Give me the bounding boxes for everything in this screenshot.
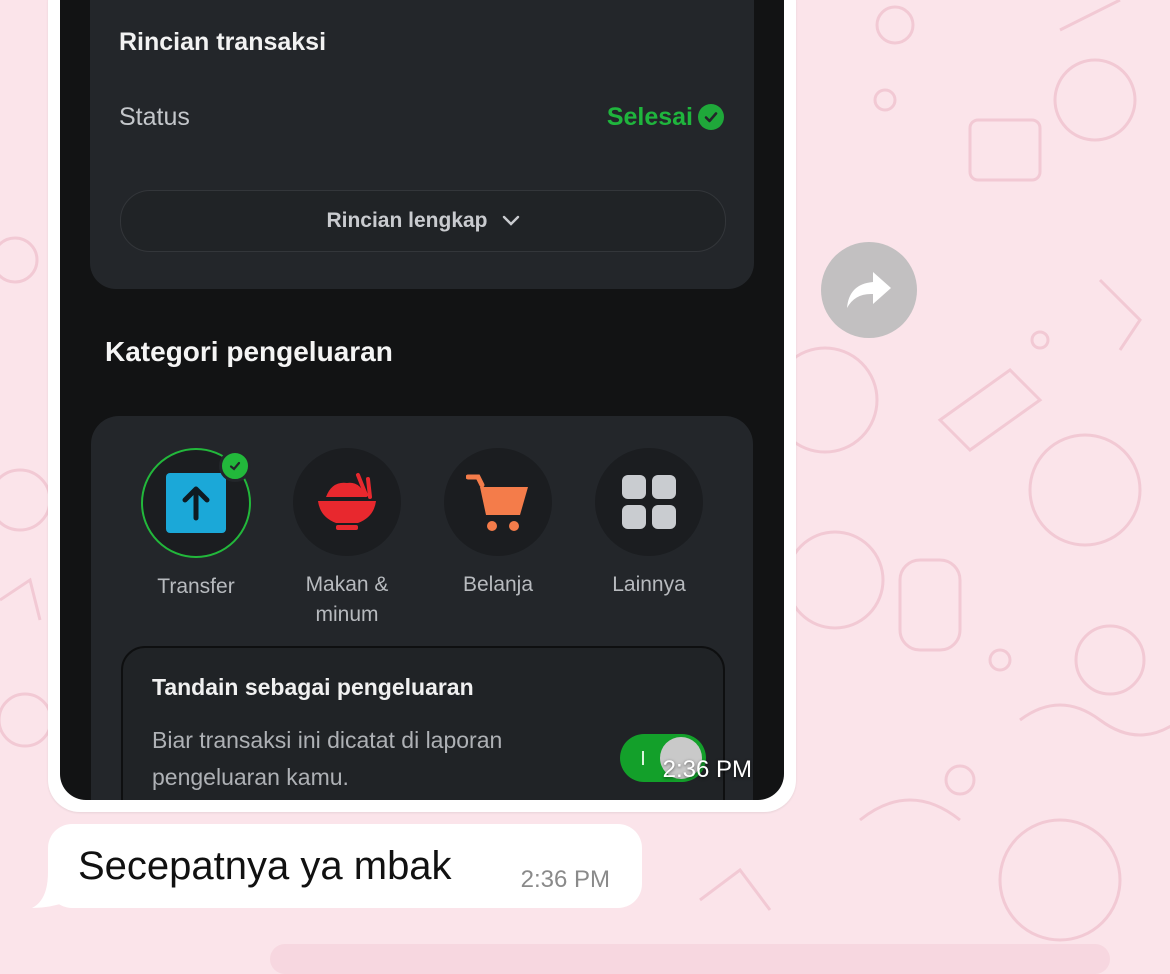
chevron-down-icon — [502, 215, 519, 226]
grid-icon — [622, 475, 676, 529]
message-time: 2:36 PM — [520, 866, 610, 893]
category-others[interactable]: Lainnya — [574, 448, 724, 600]
category-label: Lainnya — [612, 573, 686, 596]
image-message-bubble[interactable]: Rincian transaksi Status Selesai Rincian… — [48, 0, 796, 812]
mark-as-expense-title: Tandain sebagai pengeluaran — [152, 674, 474, 700]
text-message-bubble[interactable]: Secepatnya ya mbak 2:36 PM — [48, 824, 642, 908]
transaction-details-title: Rincian transaksi — [119, 28, 327, 56]
check-circle-icon — [698, 104, 724, 130]
full-details-button[interactable]: Rincian lengkap — [120, 190, 726, 252]
transfer-up-arrow-icon — [166, 473, 226, 533]
rice-bowl-icon — [318, 473, 376, 530]
status-label: Status — [119, 103, 190, 131]
category-label: Belanja — [462, 573, 534, 596]
selected-check-icon — [219, 450, 251, 482]
category-shopping[interactable]: Belanja — [423, 448, 573, 600]
category-transfer[interactable]: Transfer — [121, 448, 271, 602]
forward-arrow-icon — [847, 272, 891, 308]
transaction-details-card: Rincian transaksi Status Selesai Rincian… — [90, 0, 754, 289]
transaction-screenshot-image[interactable]: Rincian transaksi Status Selesai Rincian… — [60, 0, 784, 800]
full-details-label: Rincian lengkap — [326, 209, 488, 232]
expense-category-card: Transfer Makan & minum Belanja Lainnya T… — [91, 416, 753, 800]
category-food-drink[interactable]: Makan & minum — [272, 448, 422, 630]
expense-category-title: Kategori pengeluaran — [105, 336, 393, 367]
status-value: Selesai — [606, 103, 693, 131]
message-text: Secepatnya ya mbak — [78, 844, 452, 888]
image-message-time: 2:36 PM — [662, 756, 752, 783]
next-message-edge — [270, 944, 1110, 974]
forward-button[interactable] — [821, 242, 917, 338]
mark-as-expense-description: Biar transaksi ini dicatat di laporan pe… — [152, 727, 503, 790]
mark-as-expense-section: Tandain sebagai pengeluaran Biar transak… — [121, 646, 725, 800]
category-label: Makan & minum — [305, 573, 389, 626]
shopping-cart-icon — [466, 474, 528, 531]
category-label: Transfer — [157, 575, 235, 598]
